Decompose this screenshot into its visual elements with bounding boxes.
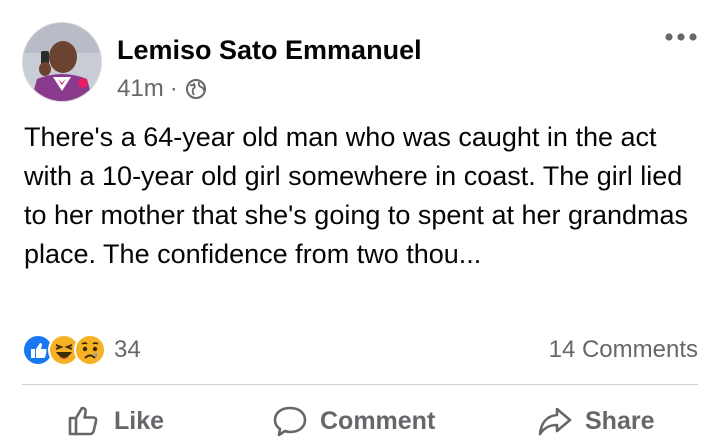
share-button[interactable]: Share — [537, 403, 654, 439]
post-text: There's a 64-year old man who was caught… — [24, 122, 689, 269]
author-avatar[interactable] — [22, 22, 102, 102]
globe-icon[interactable] — [185, 78, 207, 100]
comment-button[interactable]: Comment — [272, 403, 435, 439]
reaction-icons — [22, 334, 106, 366]
share-label: Share — [585, 406, 655, 435]
like-label: Like — [114, 406, 165, 435]
facebook-post: Lemiso Sato Emmanuel 41m · There's a 64-… — [0, 0, 720, 443]
divider — [22, 384, 698, 385]
meta-separator: · — [169, 75, 178, 102]
comment-icon — [273, 406, 307, 437]
comment-label: Comment — [320, 406, 436, 435]
sad-reaction-icon — [74, 334, 106, 366]
reactions-summary[interactable]: 34 — [22, 334, 141, 366]
avatar-photo — [23, 23, 101, 101]
author-name[interactable]: Lemiso Sato Emmanuel — [117, 34, 422, 66]
more-horizontal-icon[interactable] — [664, 30, 698, 44]
thumbs-up-icon — [68, 406, 98, 436]
action-bar: Like Comment Share — [0, 403, 720, 443]
reaction-count[interactable]: 34 — [114, 336, 141, 364]
share-icon — [538, 407, 572, 436]
like-button[interactable]: Like — [66, 403, 164, 439]
post-meta: 41m · — [117, 74, 207, 104]
post-time[interactable]: 41m — [117, 74, 164, 104]
comments-count[interactable]: 14 Comments — [549, 336, 698, 364]
